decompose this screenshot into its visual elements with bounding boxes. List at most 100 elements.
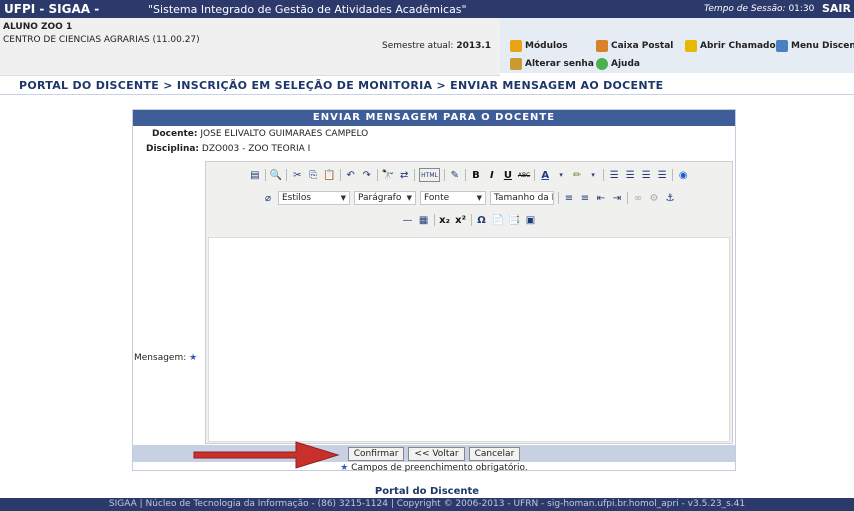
- outdent-icon[interactable]: ⇤: [595, 191, 607, 205]
- rich-text-editor: Mensagem: ★ ▤ 🔍 ✂ ⎘ 📋 ↶ ↷ 🔭 ⇄ HTML ✎ B I…: [134, 161, 733, 444]
- ajuda-button[interactable]: Ajuda: [596, 55, 640, 73]
- bold-icon[interactable]: B: [470, 168, 482, 182]
- breadcrumb: PORTAL DO DISCENTE > INSCRIÇÃO EM SELEÇÃ…: [19, 79, 664, 92]
- horizontal-rule-icon[interactable]: —: [402, 213, 414, 227]
- table-icon[interactable]: ▦: [418, 213, 430, 227]
- redo-icon[interactable]: ↷: [361, 168, 373, 182]
- paste-text-icon[interactable]: 📄: [492, 213, 504, 227]
- mensagem-label: Mensagem: ★: [134, 353, 197, 363]
- alterar-senha-button[interactable]: Alterar senha: [510, 55, 594, 73]
- replace-icon[interactable]: ⇄: [398, 168, 410, 182]
- size-value: Tamanho da Fo: [494, 193, 553, 203]
- voltar-button[interactable]: << Voltar: [408, 446, 465, 461]
- page-footer: SIGAA | Núcleo de Tecnologia da Informaç…: [0, 498, 854, 511]
- find-icon[interactable]: 🔭: [382, 168, 394, 182]
- undo-icon[interactable]: ↶: [345, 168, 357, 182]
- special-char-icon[interactable]: Ω: [476, 213, 488, 227]
- modulos-button[interactable]: Módulos: [510, 37, 568, 55]
- abrir-chamado-label: Abrir Chamado: [700, 41, 776, 51]
- modules-icon: [510, 40, 522, 52]
- font-select[interactable]: Fonte ▼: [420, 191, 486, 205]
- underline-icon[interactable]: U: [502, 168, 514, 182]
- separator: [627, 192, 628, 204]
- indent-icon[interactable]: ⇥: [611, 191, 623, 205]
- editor-toolbar: ▤ 🔍 ✂ ⎘ 📋 ↶ ↷ 🔭 ⇄ HTML ✎ B I U ABC A ▾ ✏…: [206, 162, 732, 237]
- docente-label: Docente:: [152, 129, 198, 139]
- separator: [339, 169, 341, 181]
- mailbox-icon: [596, 40, 608, 52]
- cut-icon[interactable]: ✂: [291, 168, 303, 182]
- source-icon[interactable]: ▤: [249, 168, 261, 182]
- dropdown-arrow-icon[interactable]: ▾: [555, 168, 567, 182]
- separator: [672, 169, 674, 181]
- menu-icon: [776, 40, 788, 52]
- separator: [376, 169, 378, 181]
- separator: [286, 169, 288, 181]
- system-name: UFPI - SIGAA -: [4, 2, 100, 16]
- align-justify-icon[interactable]: ☰: [656, 168, 668, 182]
- separator: [534, 169, 536, 181]
- user-center: CENTRO DE CIENCIAS AGRARIAS (11.00.27): [3, 35, 200, 45]
- current-semester: Semestre atual: 2013.1: [382, 41, 491, 51]
- confirmar-button[interactable]: Confirmar: [347, 446, 405, 461]
- strikethrough-icon[interactable]: ABC: [518, 168, 530, 182]
- docente-field: Docente: JOSE ELIVALTO GUIMARAES CAMPELO: [152, 129, 368, 139]
- send-message-form: ENVIAR MENSAGEM PARA O DOCENTE Docente: …: [132, 109, 736, 473]
- font-color-icon[interactable]: A: [539, 168, 551, 182]
- preview-icon[interactable]: 🔍: [270, 168, 282, 182]
- copy-icon[interactable]: ⎘: [307, 168, 319, 182]
- align-right-icon[interactable]: ☰: [640, 168, 652, 182]
- disciplina-field: Disciplina: DZO003 - ZOO TEORIA I: [146, 144, 310, 154]
- message-textarea[interactable]: [208, 237, 730, 442]
- align-center-icon[interactable]: ☰: [624, 168, 636, 182]
- select-all-icon[interactable]: ▣: [524, 213, 536, 227]
- subscript-icon[interactable]: x₂: [439, 213, 451, 227]
- italic-icon[interactable]: I: [486, 168, 498, 182]
- cancelar-button[interactable]: Cancelar: [468, 446, 521, 461]
- anchor-icon[interactable]: ⚓: [664, 191, 676, 205]
- form-title: ENVIAR MENSAGEM PARA O DOCENTE: [133, 110, 735, 126]
- separator: [443, 169, 445, 181]
- font-value: Fonte: [424, 193, 450, 203]
- styles-select[interactable]: Estilos ▼: [278, 191, 350, 205]
- unlink-icon[interactable]: ⚙: [648, 191, 660, 205]
- toolbar-row-3: — ▦ x₂ x² Ω 📄 📑 ▣: [206, 210, 732, 230]
- paste-word-icon[interactable]: 📑: [508, 213, 520, 227]
- styles-icon: ⌀: [264, 192, 272, 204]
- toolbar-row-2: ⌀ Estilos ▼ Parágrafo ▼ Fonte ▼ Tamanho da …: [206, 188, 732, 208]
- modulos-label: Módulos: [525, 41, 568, 51]
- numbered-list-icon[interactable]: ≡: [563, 191, 575, 205]
- session-timer: Tempo de Sessão: 01:30: [704, 4, 814, 14]
- html-icon[interactable]: HTML: [419, 168, 440, 182]
- logout-link[interactable]: SAIR: [822, 2, 851, 15]
- ajuda-label: Ajuda: [611, 59, 640, 69]
- caixa-postal-button[interactable]: Caixa Postal: [596, 37, 673, 55]
- mensagem-label-text: Mensagem:: [134, 353, 187, 363]
- ticket-icon: [685, 40, 697, 52]
- menu-discente-label: Menu Discente: [791, 41, 854, 51]
- align-left-icon[interactable]: ☰: [608, 168, 620, 182]
- chevron-down-icon: ▼: [406, 194, 412, 202]
- required-star-icon: ★: [189, 353, 198, 363]
- session-time: 01:30: [788, 4, 815, 14]
- disciplina-value: DZO003 - ZOO TEORIA I: [201, 144, 311, 154]
- clean-format-icon[interactable]: ✎: [449, 168, 461, 182]
- about-icon[interactable]: ◉: [677, 168, 689, 182]
- required-note-text: Campos de preenchimento obrigatório.: [351, 463, 528, 473]
- user-name: ALUNO ZOO 1: [3, 22, 73, 32]
- system-description: "Sistema Integrado de Gestão de Atividad…: [148, 3, 467, 16]
- paste-icon[interactable]: 📋: [323, 168, 335, 182]
- chevron-down-icon: ▼: [340, 194, 346, 202]
- menu-discente-button[interactable]: Menu Discente: [776, 37, 854, 55]
- portal-discente-link[interactable]: Portal do Discente: [0, 486, 854, 497]
- format-select[interactable]: Parágrafo ▼: [354, 191, 416, 205]
- separator: [414, 169, 416, 181]
- link-icon[interactable]: ∞: [632, 191, 644, 205]
- superscript-icon[interactable]: x²: [455, 213, 467, 227]
- size-select[interactable]: Tamanho da Fo▼: [490, 191, 554, 205]
- session-label: Tempo de Sessão:: [704, 4, 786, 14]
- highlight-icon[interactable]: ✏: [571, 168, 583, 182]
- bullet-list-icon[interactable]: ≡: [579, 191, 591, 205]
- abrir-chamado-button[interactable]: Abrir Chamado: [685, 37, 776, 55]
- dropdown-arrow-icon[interactable]: ▾: [587, 168, 599, 182]
